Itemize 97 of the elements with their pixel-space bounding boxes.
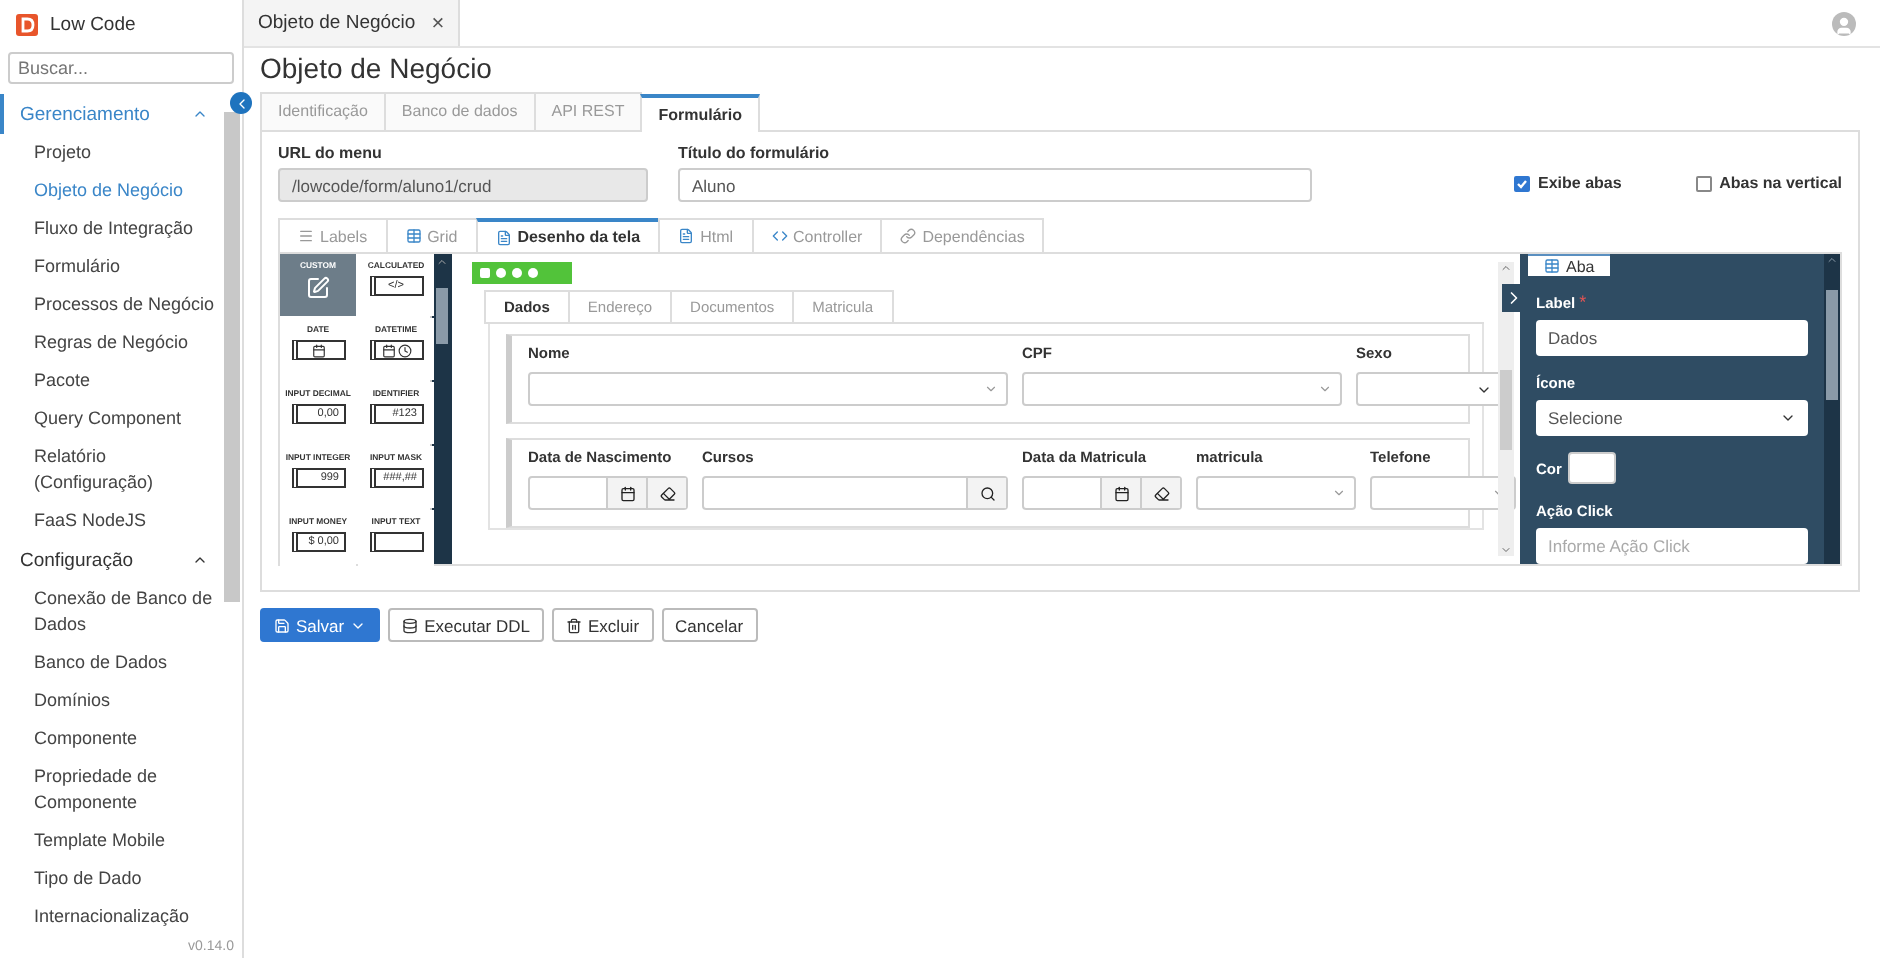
nav-item[interactable]: Fluxo de Integração [0,210,224,248]
nav-item[interactable]: Regras de Negócio [0,324,224,362]
text-field[interactable]: Dados [1536,320,1808,356]
trash-icon [566,617,583,633]
database-icon [402,617,419,633]
list-icon [298,228,314,244]
checkbox[interactable]: Exibe abas [1514,174,1622,192]
eraser-icon [659,485,675,501]
calendar-icon [311,343,325,357]
nav-item[interactable]: Banco de Dados [0,644,224,682]
nav-item[interactable]: Relatório (Configuração) [0,438,224,502]
action-button[interactable]: Excluir [552,608,654,642]
nav-item[interactable]: Internacionalização [0,898,224,936]
date-field[interactable] [1022,476,1182,510]
nav-group[interactable]: Configuração [0,540,224,580]
nav-item[interactable]: Tipo de Dado [0,860,224,898]
spinner-icon [984,382,998,396]
scrollbar[interactable] [432,254,452,564]
nav-item[interactable]: Conexão de Banco de Dados [0,580,224,644]
number-field[interactable] [1196,476,1356,510]
search-icon [979,485,995,501]
field-placeholder: Informe Ação Click [1548,536,1690,556]
tab[interactable]: Aba [1528,254,1611,276]
logo-icon [16,13,38,35]
checkbox[interactable]: Abas na vertical [1695,174,1842,192]
number-field[interactable] [1022,372,1342,406]
calendar-button[interactable] [1100,478,1140,508]
save-icon [274,617,290,633]
nav-item[interactable]: Processos de Negócio [0,286,224,324]
nav-item[interactable]: Objeto de Negócio [0,172,224,210]
title-field[interactable]: Aluno [678,168,1312,202]
nav-item[interactable]: Projeto [0,134,224,172]
nav-item[interactable]: Formulário [0,248,224,286]
eraser-icon [1153,485,1169,501]
nav-item[interactable]: Componente [0,720,224,758]
select-field[interactable] [1356,372,1502,406]
tab[interactable]: Formulário [640,94,760,132]
select-field[interactable]: Selecione [1536,400,1808,436]
calendar-button[interactable] [606,478,646,508]
search-field[interactable]: Buscar... [8,52,234,84]
nav-item[interactable]: Propriedade de Componente [0,758,224,822]
close-icon[interactable]: × [431,11,445,35]
tab[interactable]: Desenho da tela [475,218,661,252]
scroll-up-icon [1500,262,1512,274]
nav-item[interactable]: Pacote [0,362,224,400]
check-icon [1516,177,1528,189]
link-icon [900,228,917,244]
number-field[interactable] [528,372,1008,406]
scrollbar-thumb[interactable] [436,288,448,344]
nav-item[interactable]: FaaS NodeJS [0,502,224,540]
collapse-button[interactable] [230,92,252,114]
scroll-up-icon [436,256,448,268]
toolbar [472,262,572,284]
field-label: URL do menu [278,144,384,162]
grid-icon [405,228,422,244]
page-title: Objeto de Negócio [260,52,494,84]
caret-icon [1780,410,1796,426]
search-field[interactable] [702,476,1008,510]
chevron-up-icon [192,106,208,122]
scrollbar[interactable] [224,112,240,602]
calendar-icon [1113,485,1129,501]
app-name: Low Code [50,13,136,35]
date-field[interactable] [528,476,688,510]
field-value: Dados [1548,328,1598,348]
action-button[interactable]: Salvar [260,608,381,642]
clock-icon [397,343,411,357]
field-label: Título do formulário [678,144,832,162]
nav-item[interactable]: Query Component [0,400,224,438]
grid-icon [1544,258,1560,274]
calendar-icon [619,485,635,501]
eraser-button[interactable] [646,478,686,508]
color-swatch[interactable] [1567,452,1616,484]
scroll-up-icon [1826,254,1838,266]
input-preview [369,532,423,552]
scrollbar-thumb[interactable] [1500,369,1512,449]
scroll-down-icon [1500,544,1512,556]
search-button[interactable] [966,478,1006,508]
user-icon [1834,16,1854,36]
spinner-icon [1332,486,1346,500]
eraser-button[interactable] [1140,478,1180,508]
code-icon [771,228,788,244]
scrollbar-thumb[interactable] [1826,290,1838,400]
chevron-up-icon [192,552,208,568]
file-icon [495,229,512,245]
edit-icon [306,276,330,300]
scrollbar[interactable] [1824,254,1840,564]
file-icon [678,228,695,244]
spinner-icon [1318,382,1332,396]
action-button[interactable]: Cancelar [661,608,758,642]
required-mark: * [1579,292,1587,312]
action-button[interactable]: Executar DDL [388,608,545,642]
calendar-icon [381,343,395,357]
document-tab[interactable]: Objeto de Negócio × [244,0,461,46]
nav-item[interactable]: Template Mobile [0,822,224,860]
expand-button[interactable] [1502,284,1520,312]
scrollbar[interactable] [1498,262,1514,556]
nav-item[interactable]: Domínios [0,682,224,720]
